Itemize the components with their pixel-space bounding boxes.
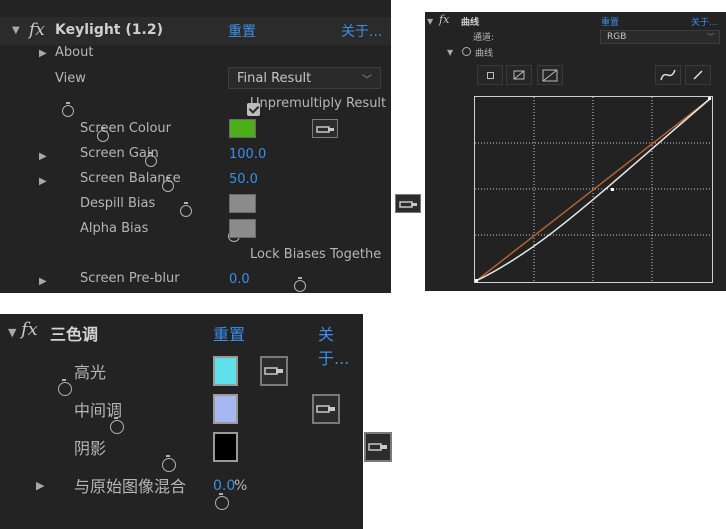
chevron-down-icon: ﹀	[707, 33, 714, 41]
collapse-triangle-icon[interactable]: ▼	[8, 326, 16, 339]
eyedropper-button[interactable]	[260, 356, 289, 386]
screen-preblur-label: Screen Pre-blur	[80, 271, 180, 286]
collapse-triangle-icon[interactable]: ▼	[427, 17, 433, 26]
fx-icon[interactable]: fx	[439, 13, 449, 26]
blend-value[interactable]: 0.0	[213, 478, 235, 494]
reset-link[interactable]: 重置	[228, 21, 256, 41]
pencil-icon	[693, 70, 703, 80]
about-link[interactable]: 关于...	[341, 21, 382, 41]
channel-dropdown[interactable]: RGB ﹀	[600, 30, 720, 44]
keylight-effect-panel: ▼ fx Keylight (1.2) 重置 关于... ▶ About Vie…	[0, 0, 469, 293]
expand-triangle-icon[interactable]: ▶	[39, 48, 47, 59]
collapse-triangle-icon[interactable]: ▼	[447, 48, 453, 57]
view-dropdown[interactable]: Final Result ﹀	[228, 67, 381, 89]
blend-unit: %	[234, 478, 248, 494]
chevron-down-icon: ﹀	[362, 74, 372, 86]
stopwatch-icon[interactable]	[110, 417, 125, 434]
expand-triangle-icon[interactable]: ▶	[39, 176, 47, 187]
eyedropper-icon	[368, 443, 388, 451]
curve-control-point	[708, 97, 711, 100]
screen-gain-value[interactable]: 100.0	[229, 147, 266, 162]
expand-triangle-icon[interactable]: ▶	[39, 151, 47, 162]
alpha-bias-label: Alpha Bias	[80, 221, 149, 236]
screen-colour-label: Screen Colour	[80, 121, 172, 136]
curves-graph[interactable]	[474, 96, 713, 283]
shadows-swatch[interactable]	[213, 432, 238, 462]
screen-preblur-value[interactable]: 0.0	[229, 272, 250, 287]
despill-bias-swatch[interactable]	[229, 194, 256, 213]
view-dropdown-value: Final Result	[237, 70, 312, 86]
about-link[interactable]: 关于...	[318, 321, 363, 369]
eyedropper-icon	[398, 201, 417, 208]
stopwatch-icon[interactable]	[462, 47, 471, 56]
eyedropper-button[interactable]	[394, 194, 421, 213]
effect-title: 三色调	[50, 325, 99, 344]
highlights-label: 高光	[74, 363, 107, 382]
graph-size-large-button[interactable]	[537, 65, 563, 85]
screen-balance-label: Screen Balance	[80, 171, 181, 186]
fx-icon[interactable]: fx	[21, 319, 38, 340]
collapse-triangle-icon[interactable]: ▼	[12, 25, 20, 36]
stopwatch-icon[interactable]	[62, 102, 74, 117]
keylight-header: ▼ fx Keylight (1.2) 重置 关于...	[0, 17, 391, 45]
tritone-effect-panel: ▼ fx 三色调 重置 关于... 高光 中间调 阴影 ▶ 与原始图像混合 0.…	[0, 314, 393, 529]
reset-link[interactable]: 重置	[601, 15, 619, 28]
reset-link[interactable]: 重置	[213, 321, 245, 345]
alpha-bias-swatch[interactable]	[229, 219, 256, 238]
pencil-tool-button[interactable]	[685, 65, 711, 85]
screen-gain-label: Screen Gain	[80, 146, 159, 161]
curves-graph-canvas	[475, 97, 712, 282]
bezier-curve-tool-button[interactable]	[655, 65, 681, 85]
eyedropper-button[interactable]	[312, 119, 339, 138]
lock-biases-label: Lock Biases Togethe	[250, 247, 382, 262]
eyedropper-button[interactable]	[364, 432, 393, 462]
midtones-swatch[interactable]	[213, 394, 238, 424]
eyedropper-icon	[316, 126, 335, 133]
stopwatch-icon[interactable]	[294, 277, 307, 292]
stopwatch-icon[interactable]	[162, 455, 177, 472]
screen-colour-swatch[interactable]	[229, 119, 256, 138]
despill-bias-label: Despill Bias	[80, 196, 156, 211]
stopwatch-icon[interactable]	[58, 379, 72, 396]
blend-label: 与原始图像混合	[74, 477, 187, 496]
channel-label: 通道:	[473, 33, 495, 43]
about-link[interactable]: 关于...	[691, 15, 718, 28]
graph-size-small-button[interactable]	[477, 65, 503, 85]
view-label: View	[55, 71, 86, 86]
eyedropper-icon	[316, 405, 336, 413]
curve-control-point	[611, 188, 614, 191]
large-graph-icon	[542, 69, 558, 81]
effect-title: Keylight (1.2)	[55, 22, 163, 38]
expand-triangle-icon[interactable]: ▶	[39, 276, 47, 287]
curves-effect-panel: ▼ fx 曲线 重置 关于... 通道: RGB ﹀ ▼ 曲线	[425, 12, 726, 291]
graph-size-medium-button[interactable]	[506, 65, 532, 85]
channel-dropdown-value: RGB	[607, 32, 627, 42]
midtones-label: 中间调	[74, 401, 123, 420]
unpremultiply-label: Unpremultiply Result	[250, 96, 387, 111]
expand-triangle-icon[interactable]: ▶	[36, 479, 44, 492]
fx-icon[interactable]: fx	[29, 20, 45, 40]
stopwatch-icon[interactable]	[214, 493, 229, 510]
stopwatch-icon[interactable]	[179, 202, 192, 217]
curve-control-point	[475, 279, 478, 282]
small-graph-icon	[486, 71, 494, 79]
eyedropper-icon	[264, 367, 284, 375]
about-group-label[interactable]: About	[55, 45, 93, 60]
medium-graph-icon	[513, 70, 525, 80]
curve-tool-icon	[660, 69, 676, 81]
eyedropper-button[interactable]	[312, 394, 341, 424]
shadows-label: 阴影	[74, 439, 107, 458]
effect-title: 曲线	[461, 18, 480, 28]
curve-label: 曲线	[475, 49, 494, 59]
highlights-swatch[interactable]	[213, 356, 238, 386]
screen-balance-value[interactable]: 50.0	[229, 172, 258, 187]
